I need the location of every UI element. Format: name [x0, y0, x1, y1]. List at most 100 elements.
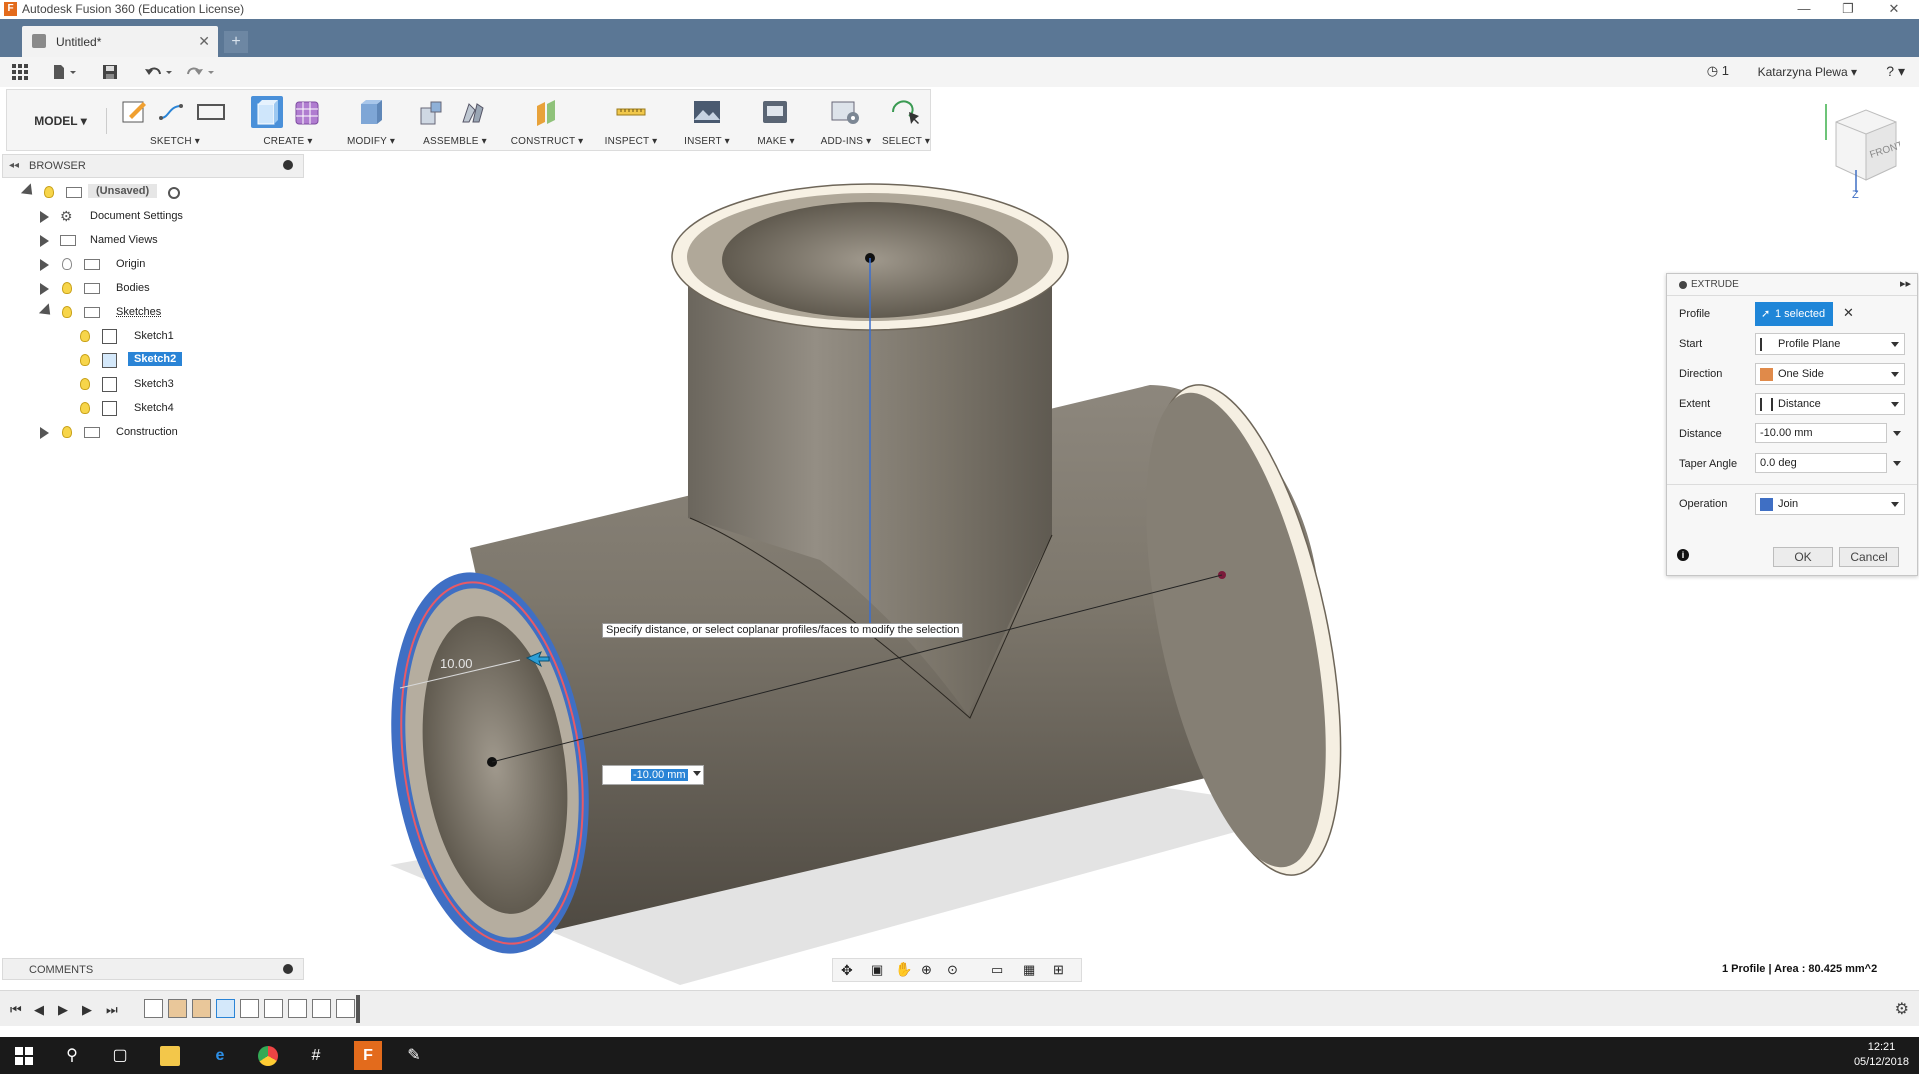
joint-icon[interactable] — [457, 96, 489, 128]
document-tab[interactable]: Untitled* ✕ — [22, 26, 218, 57]
active-component-radio[interactable] — [168, 187, 180, 199]
windows-start-icon[interactable] — [14, 1046, 34, 1066]
timeline-sketch-feature[interactable] — [144, 999, 163, 1018]
new-tab-button[interactable]: + — [224, 31, 248, 53]
step-forward-icon[interactable]: ▶ — [82, 1002, 92, 1018]
task-view-icon[interactable]: ▢ — [110, 1046, 130, 1066]
timeline-sketch-feature[interactable] — [312, 999, 331, 1018]
measure-icon[interactable] — [615, 96, 647, 128]
timeline-sketch-feature[interactable] — [240, 999, 259, 1018]
restore-button[interactable]: ❐ — [1828, 0, 1868, 19]
visibility-bulb-icon[interactable] — [44, 186, 54, 198]
file-explorer-icon[interactable] — [160, 1046, 180, 1066]
sketch-group[interactable]: SKETCH ▾ — [115, 90, 235, 150]
add-ins-group[interactable]: ADD-INS ▾ — [815, 90, 877, 150]
go-to-end-icon[interactable]: ⏭ — [106, 1002, 118, 1018]
edge-browser-icon[interactable]: e — [210, 1046, 230, 1066]
profile-selection-button[interactable]: ➚ 1 selected — [1755, 302, 1833, 326]
browser-panel-header[interactable]: ◂◂ BROWSER — [2, 154, 304, 178]
timeline-plane-feature[interactable] — [288, 999, 307, 1018]
zoom-window-icon[interactable]: ⊕ — [921, 962, 932, 978]
play-icon[interactable]: ▶ — [58, 1002, 68, 1018]
ok-button[interactable]: OK — [1773, 547, 1833, 567]
info-icon[interactable]: i — [1677, 549, 1689, 561]
new-component-icon[interactable] — [417, 96, 449, 128]
fusion360-taskbar-icon[interactable]: F — [354, 1041, 382, 1070]
select-icon[interactable] — [889, 96, 921, 128]
visibility-bulb-icon[interactable] — [80, 330, 90, 342]
data-panel-grid-icon[interactable] — [12, 64, 28, 80]
grid-settings-icon[interactable]: ▦ — [1023, 962, 1035, 978]
select-group[interactable]: SELECT ▾ — [879, 90, 933, 150]
extent-dropdown[interactable]: Distance — [1755, 393, 1905, 415]
user-menu[interactable]: Katarzyna Plewa ▾ — [1758, 65, 1857, 79]
visibility-bulb-icon[interactable] — [80, 402, 90, 414]
direction-dropdown[interactable]: One Side — [1755, 363, 1905, 385]
inspect-group[interactable]: INSPECT ▾ — [597, 90, 665, 150]
create-sketch-icon[interactable] — [119, 96, 151, 128]
tree-item-sketch1[interactable]: Sketch1 — [78, 326, 218, 348]
form-icon[interactable] — [291, 96, 323, 128]
extrude-dialog-header[interactable]: EXTRUDE ▸▸ — [1667, 274, 1917, 296]
tree-item-sketch4[interactable]: Sketch4 — [78, 398, 218, 420]
insert-group[interactable]: INSERT ▾ — [677, 90, 737, 150]
3d-print-icon[interactable] — [759, 96, 791, 128]
system-clock[interactable]: 12:21 05/12/2018 — [1854, 1040, 1909, 1070]
dialog-pin-icon[interactable] — [1679, 281, 1687, 289]
distance-caret-icon[interactable] — [1893, 431, 1901, 436]
hidden-bulb-icon[interactable] — [62, 258, 72, 270]
operation-dropdown[interactable]: Join — [1755, 493, 1905, 515]
make-group[interactable]: MAKE ▾ — [747, 90, 805, 150]
tree-item-sketch2[interactable]: Sketch2 — [78, 350, 218, 372]
rectangle-icon[interactable] — [195, 96, 227, 128]
cancel-button[interactable]: Cancel — [1839, 547, 1899, 567]
redo-icon[interactable] — [186, 64, 216, 80]
help-menu[interactable]: ? ▾ — [1886, 63, 1905, 80]
collapse-browser-icon[interactable]: ◂◂ — [9, 160, 19, 171]
expand-icon[interactable] — [40, 211, 49, 223]
job-status[interactable]: ◷ 1 — [1707, 63, 1729, 79]
file-menu-icon[interactable] — [52, 64, 78, 80]
minimize-button[interactable]: — — [1784, 0, 1824, 19]
extrude-button[interactable] — [251, 96, 283, 128]
3d-viewport[interactable]: 10.00 — [0, 150, 1919, 985]
distance-input-value[interactable]: -10.00 mm — [631, 769, 688, 781]
display-settings-icon[interactable]: ▭ — [991, 962, 1003, 978]
taper-angle-field[interactable]: 0.0 deg — [1755, 453, 1887, 473]
distance-field[interactable]: -10.00 mm — [1755, 423, 1887, 443]
paint-icon[interactable]: ✎ — [404, 1046, 424, 1066]
viewports-icon[interactable]: ⊞ — [1053, 962, 1064, 978]
construct-group[interactable]: CONSTRUCT ▾ — [509, 90, 585, 150]
workspace-switcher[interactable]: MODEL ▾ — [15, 108, 107, 134]
comments-add-icon[interactable] — [283, 964, 293, 974]
slack-icon[interactable]: # — [306, 1046, 326, 1066]
save-icon[interactable] — [102, 64, 118, 80]
scripts-addins-icon[interactable] — [829, 96, 861, 128]
taper-caret-icon[interactable] — [1893, 461, 1901, 466]
browser-pin-icon[interactable] — [283, 160, 293, 170]
timeline-settings-gear-icon[interactable]: ⚙ — [1895, 999, 1909, 1019]
expand-icon[interactable] — [40, 427, 49, 439]
clear-selection-icon[interactable]: ✕ — [1843, 305, 1854, 321]
timeline-sketch-feature-active[interactable] — [216, 999, 235, 1018]
tree-item-origin[interactable]: Origin — [38, 254, 218, 276]
line-icon[interactable] — [157, 96, 189, 128]
tree-item-named-views[interactable]: Named Views — [38, 230, 218, 252]
step-back-icon[interactable]: ◀ — [34, 1002, 44, 1018]
comments-panel-header[interactable]: COMMENTS — [2, 958, 304, 980]
close-tab-icon[interactable]: ✕ — [198, 33, 210, 50]
collapse-icon[interactable] — [20, 183, 38, 200]
close-window-button[interactable]: ✕ — [1874, 0, 1914, 19]
undo-icon[interactable] — [144, 64, 174, 80]
press-pull-icon[interactable] — [355, 96, 387, 128]
distance-dropdown-caret[interactable] — [693, 771, 701, 776]
expand-icon[interactable] — [40, 259, 49, 271]
tree-item-bodies[interactable]: Bodies — [38, 278, 218, 300]
tree-root[interactable]: (Unsaved) — [20, 182, 200, 204]
visibility-bulb-icon[interactable] — [62, 306, 72, 318]
tree-item-document-settings[interactable]: ⚙ Document Settings — [38, 206, 218, 228]
expand-icon[interactable] — [40, 235, 49, 247]
timeline-extrude-feature[interactable] — [336, 999, 355, 1018]
search-icon[interactable]: ⚲ — [62, 1046, 82, 1066]
expand-dialog-icon[interactable]: ▸▸ — [1900, 277, 1911, 290]
